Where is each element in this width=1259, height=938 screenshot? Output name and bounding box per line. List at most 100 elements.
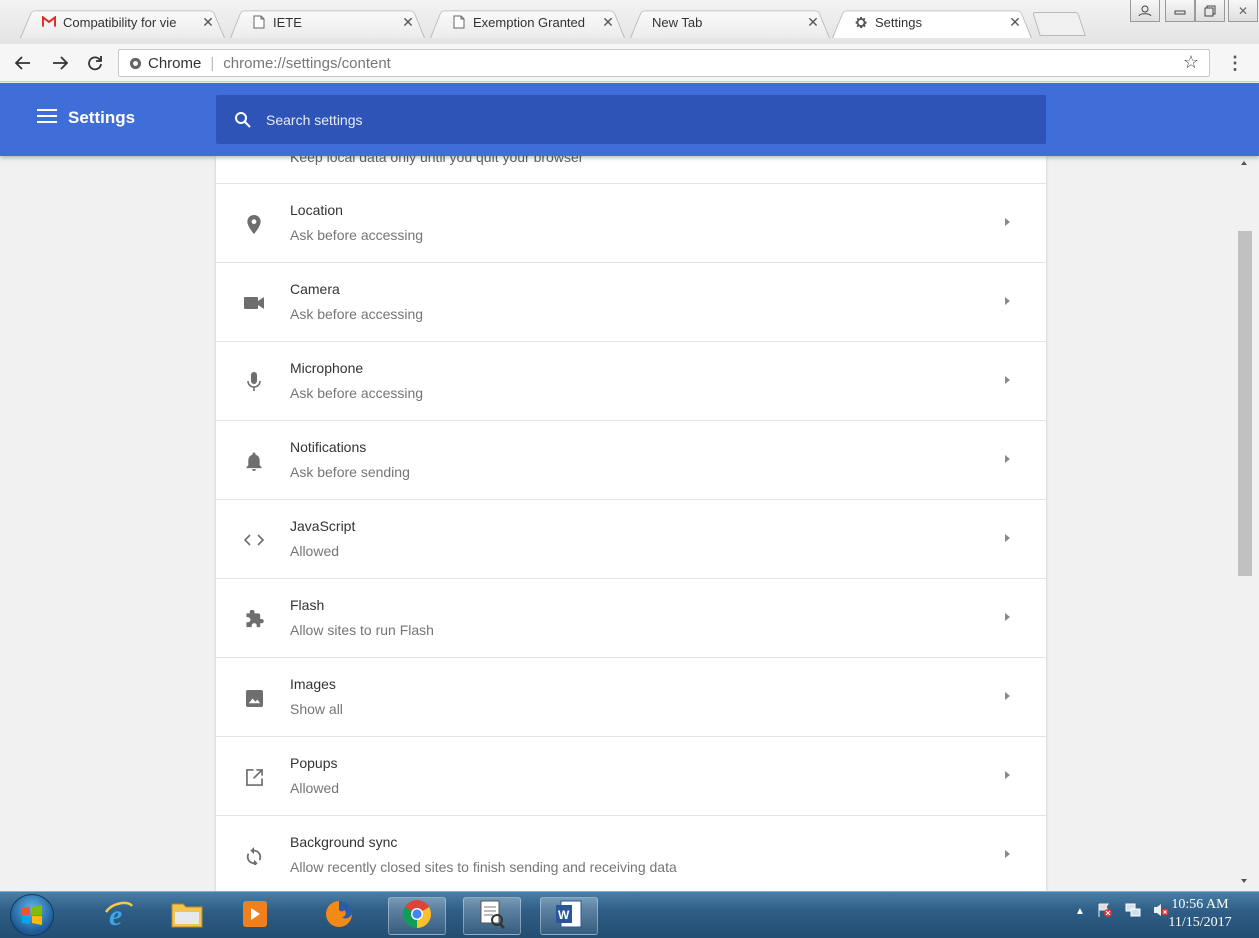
- tab-iete[interactable]: IETE ✕: [230, 6, 425, 38]
- restore-button[interactable]: [1195, 0, 1225, 22]
- setting-title: JavaScript: [290, 518, 356, 534]
- gear-icon: [854, 15, 868, 29]
- windows-taskbar: e W ▲ 10:56 AM 11/15/2017: [0, 891, 1259, 938]
- svg-text:W: W: [558, 908, 570, 922]
- taskbar-media-player[interactable]: [226, 897, 284, 935]
- microphone-icon: [243, 371, 265, 393]
- chevron-right-icon: [1005, 613, 1010, 621]
- sync-icon: [243, 845, 265, 867]
- search-input[interactable]: [266, 111, 966, 128]
- scroll-down-arrow-icon[interactable]: [1241, 879, 1247, 883]
- setting-row-location[interactable]: Location Ask before accessing: [216, 184, 1046, 263]
- setting-row-flash[interactable]: Flash Allow sites to run Flash: [216, 579, 1046, 658]
- content-settings-card: Keep local data only until you quit your…: [216, 156, 1046, 891]
- site-label: Chrome: [148, 54, 202, 72]
- tab-close-icon[interactable]: ✕: [1008, 14, 1022, 31]
- start-button[interactable]: [10, 894, 54, 936]
- address-bar[interactable]: Chrome | chrome://settings/content ☆: [118, 49, 1210, 77]
- close-window-button[interactable]: ✕: [1228, 0, 1258, 22]
- setting-row-images[interactable]: Images Show all: [216, 658, 1046, 737]
- setting-subtitle: Allowed: [290, 780, 340, 796]
- open-in-new-icon: [243, 766, 265, 788]
- tab-close-icon[interactable]: ✕: [401, 14, 415, 31]
- setting-title: Flash: [290, 597, 325, 613]
- hamburger-menu-icon[interactable]: [37, 109, 57, 127]
- setting-subtitle: Allowed: [290, 543, 340, 559]
- document-viewer-icon: [478, 899, 506, 934]
- setting-subtitle: Show all: [290, 701, 343, 717]
- settings-header: Settings: [0, 83, 1259, 156]
- bell-icon: [243, 450, 265, 472]
- scroll-up-arrow-icon[interactable]: [1241, 161, 1247, 165]
- puzzle-icon: [243, 608, 265, 630]
- back-button[interactable]: [12, 52, 34, 74]
- setting-row-javascript[interactable]: JavaScript Allowed: [216, 500, 1046, 579]
- media-player-icon: [242, 900, 268, 933]
- setting-row-camera[interactable]: Camera Ask before accessing: [216, 263, 1046, 342]
- tab-title: Settings: [875, 14, 922, 30]
- reload-button[interactable]: [84, 52, 106, 74]
- forward-button[interactable]: [49, 52, 71, 74]
- gmail-icon: [42, 15, 56, 29]
- file-explorer-icon: [171, 900, 203, 933]
- setting-subtitle: Allow sites to run Flash: [290, 622, 434, 638]
- system-clock[interactable]: 10:56 AM 11/15/2017: [1150, 896, 1250, 932]
- tab-new-tab[interactable]: New Tab ✕: [630, 6, 830, 38]
- setting-subtitle: Allow recently closed sites to finish se…: [290, 859, 677, 875]
- setting-title: Microphone: [290, 360, 364, 376]
- chrome-logo-icon: [129, 57, 142, 70]
- scroll-thumb[interactable]: [1238, 231, 1252, 576]
- firefox-icon: [323, 898, 355, 935]
- chrome-icon: [401, 898, 433, 935]
- partial-row-text: Keep local data only until you quit your…: [290, 156, 584, 165]
- address-url[interactable]: chrome://settings/content: [223, 55, 391, 72]
- setting-row-notifications[interactable]: Notifications Ask before sending: [216, 421, 1046, 500]
- tab-gmail[interactable]: Compatibility for vie ✕: [20, 6, 225, 38]
- taskbar-internet-explorer[interactable]: e: [90, 897, 148, 935]
- action-center-flag-icon[interactable]: [1097, 902, 1113, 921]
- clock-date: 11/15/2017: [1168, 915, 1232, 930]
- setting-subtitle: Ask before sending: [290, 464, 410, 480]
- profile-icon[interactable]: [1130, 0, 1160, 22]
- network-icon[interactable]: [1125, 902, 1141, 921]
- tab-close-icon[interactable]: ✕: [601, 14, 615, 31]
- camera-icon: [243, 292, 265, 314]
- bookmark-star-icon[interactable]: ☆: [1183, 52, 1199, 73]
- setting-subtitle: Ask before accessing: [290, 385, 424, 401]
- setting-row-popups[interactable]: Popups Allowed: [216, 737, 1046, 816]
- chevron-right-icon: [1005, 692, 1010, 700]
- chevron-right-icon: [1005, 455, 1010, 463]
- setting-title: Location: [290, 202, 343, 218]
- setting-title: Images: [290, 676, 336, 692]
- taskbar-word[interactable]: W: [540, 897, 598, 935]
- tab-close-icon[interactable]: ✕: [806, 14, 820, 31]
- location-pin-icon: [243, 213, 265, 235]
- minimize-button[interactable]: [1165, 0, 1195, 22]
- taskbar-file-explorer[interactable]: [158, 897, 216, 935]
- taskbar-document-viewer[interactable]: [463, 897, 521, 935]
- page-icon: [252, 15, 266, 29]
- tab-strip: Compatibility for vie ✕ IETE ✕ Exemption…: [0, 0, 1259, 46]
- setting-subtitle: Ask before accessing: [290, 306, 424, 322]
- taskbar-chrome[interactable]: [388, 897, 446, 935]
- search-bar[interactable]: [216, 95, 1046, 144]
- search-icon[interactable]: [234, 111, 252, 129]
- setting-title: Notifications: [290, 439, 367, 455]
- chevron-right-icon: [1005, 297, 1010, 305]
- tab-title: Exemption Granted: [473, 14, 586, 30]
- page-scrollbar[interactable]: [1236, 156, 1254, 891]
- taskbar-firefox[interactable]: [310, 897, 368, 935]
- tab-close-icon[interactable]: ✕: [201, 14, 215, 31]
- show-hidden-icons-icon[interactable]: ▲: [1075, 906, 1085, 917]
- clock-time: 10:56 AM: [1171, 897, 1229, 912]
- browser-toolbar: Chrome | chrome://settings/content ☆ ⋮: [0, 44, 1259, 82]
- browser-menu-icon[interactable]: ⋮: [1225, 52, 1245, 74]
- new-tab-button[interactable]: [1032, 12, 1086, 36]
- image-icon: [243, 687, 265, 709]
- setting-row-microphone[interactable]: Microphone Ask before accessing: [216, 342, 1046, 421]
- setting-row-background-sync[interactable]: Background sync Allow recently closed si…: [216, 816, 1046, 891]
- tab-exemption[interactable]: Exemption Granted ✕: [430, 6, 625, 38]
- tab-settings[interactable]: Settings ✕: [832, 6, 1032, 38]
- setting-title: Camera: [290, 281, 340, 297]
- tab-title: New Tab: [652, 14, 703, 30]
